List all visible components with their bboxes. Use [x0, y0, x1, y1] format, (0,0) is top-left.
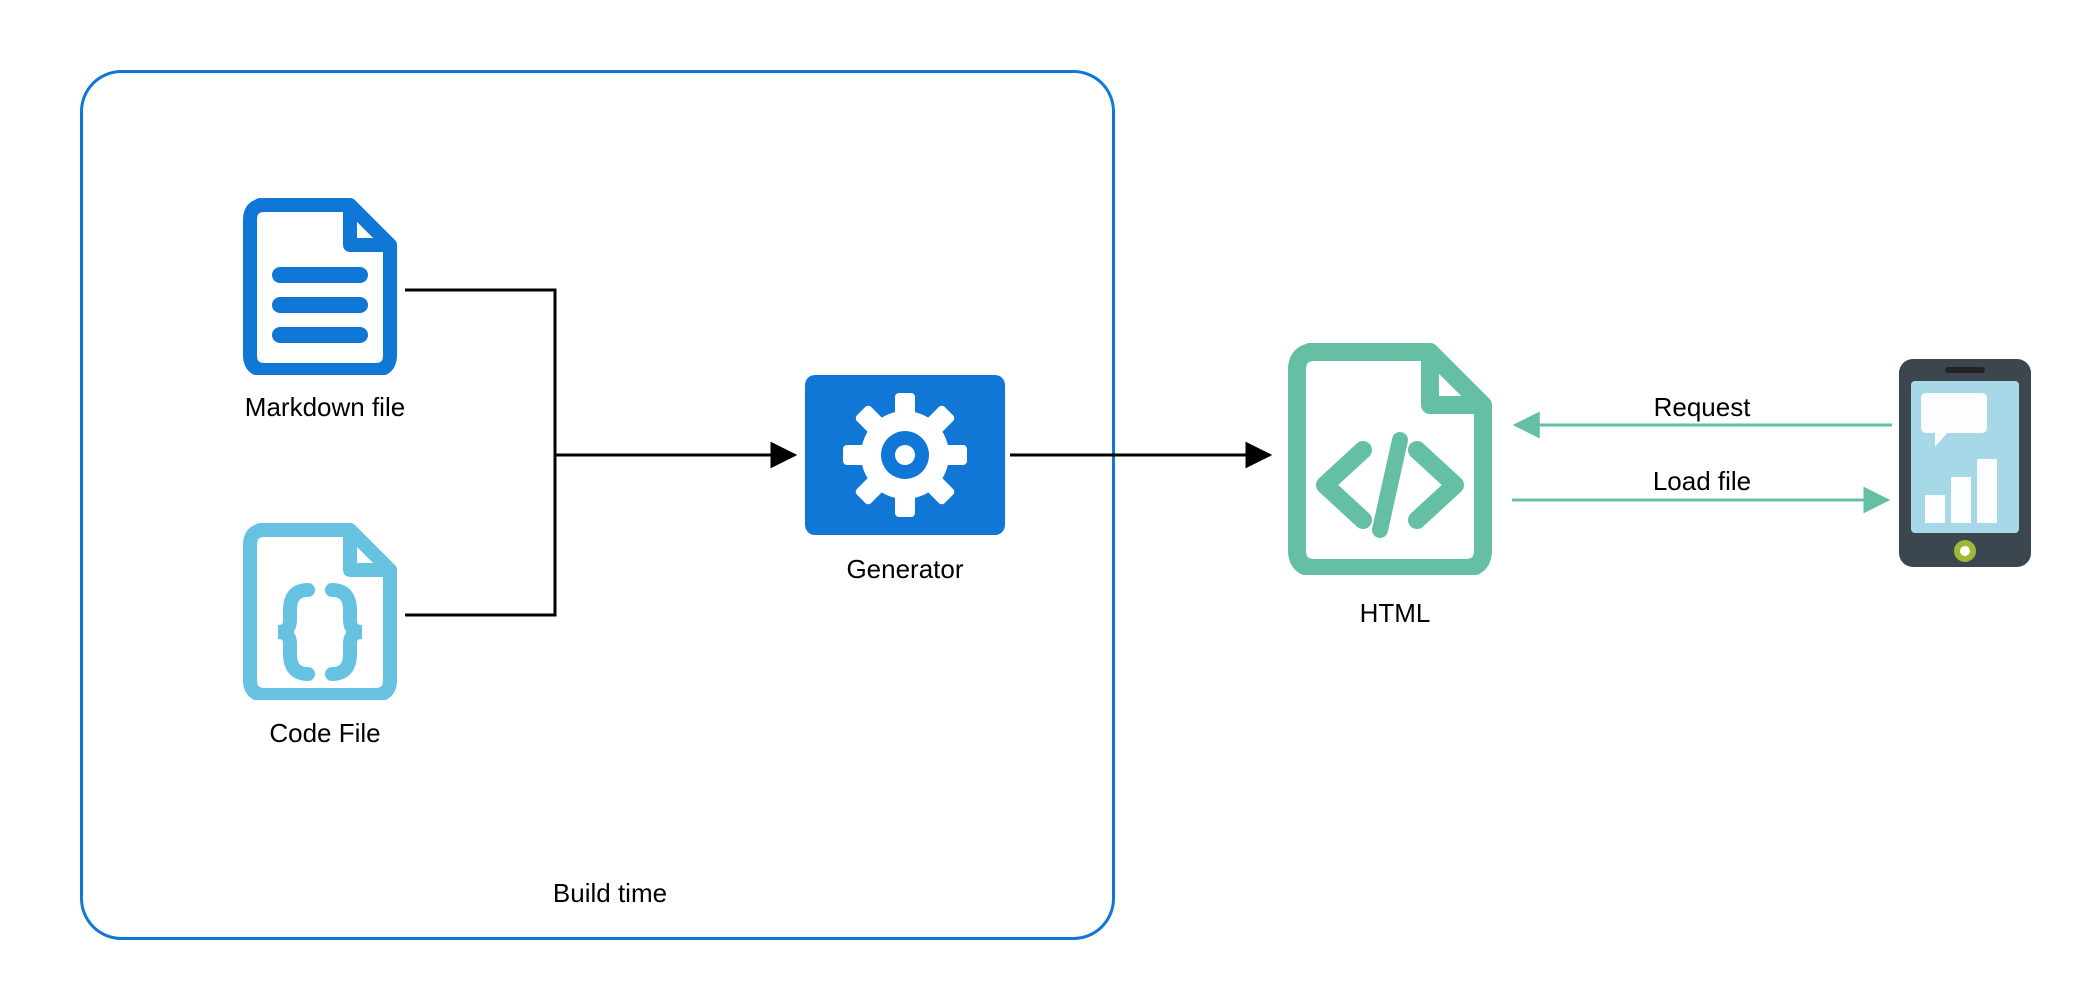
- edge-loadfile-label: Load file: [1632, 466, 1772, 497]
- diagram-canvas: Build time Markdown file Code File: [0, 0, 2098, 1003]
- edge-request-label: Request: [1632, 392, 1772, 423]
- connectors-teal: [0, 0, 2098, 1003]
